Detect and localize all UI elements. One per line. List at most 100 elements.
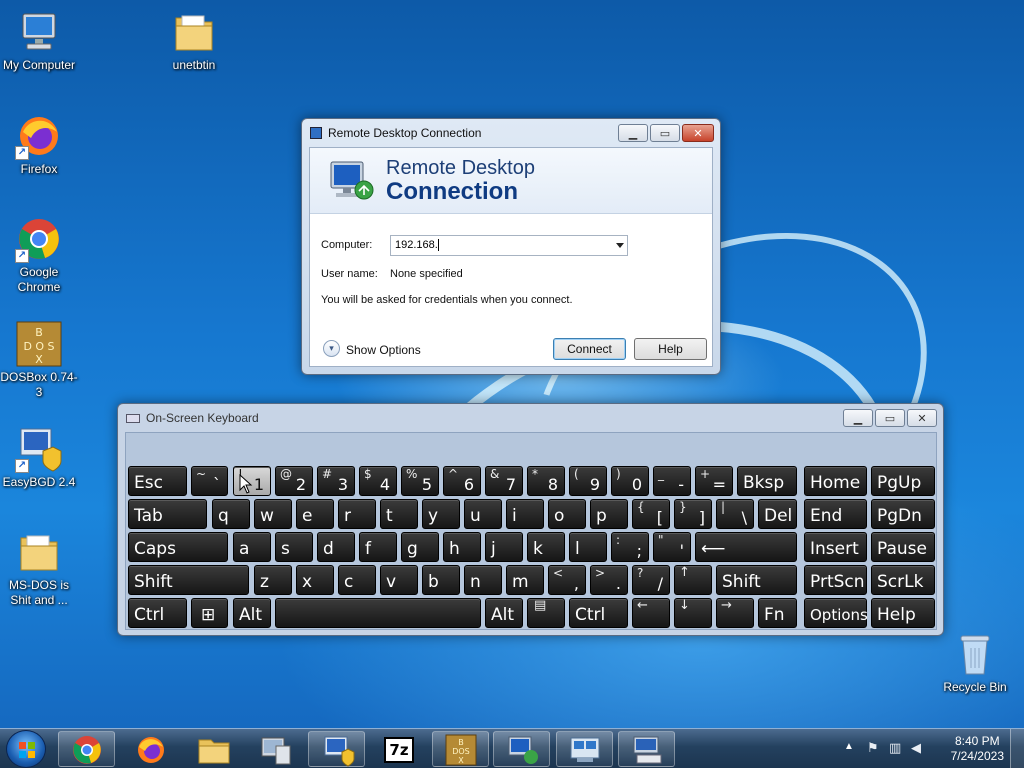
key-period[interactable]: >. [590, 565, 628, 595]
desktop-icon-recycle-bin[interactable]: Recycle Bin [936, 630, 1014, 695]
taskbar-computer[interactable] [245, 731, 302, 767]
key-9[interactable]: (9 [569, 466, 607, 496]
key-alt-left[interactable]: Alt [233, 598, 271, 628]
key-fn[interactable]: Fn [758, 598, 797, 628]
connect-button[interactable]: Connect [553, 338, 626, 360]
desktop-icon-firefox[interactable]: ↗ Firefox [0, 112, 78, 177]
maximize-button[interactable]: ▭ [875, 409, 905, 427]
key-comma[interactable]: <, [548, 565, 586, 595]
clock[interactable]: 8:40 PM 7/24/2023 [951, 734, 1004, 764]
taskbar-dosbox[interactable]: B DOS X [432, 731, 489, 767]
key-pause[interactable]: Pause [871, 532, 935, 562]
key-help[interactable]: Help [871, 598, 935, 628]
key-minus[interactable]: _ - [653, 466, 691, 496]
key-shift-left[interactable]: Shift [128, 565, 249, 595]
key-ctrl-right[interactable]: Ctrl [569, 598, 628, 628]
key-i[interactable]: i [506, 499, 544, 529]
close-button[interactable]: ✕ [907, 409, 937, 427]
chevron-down-icon[interactable] [616, 243, 624, 248]
key-left-bracket[interactable]: {[ [632, 499, 670, 529]
key-arrow-right[interactable]: → [716, 598, 754, 628]
key-del[interactable]: Del [758, 499, 797, 529]
volume-muted-icon[interactable]: ◀ [911, 740, 921, 756]
key-menu[interactable]: ▤ [527, 598, 565, 628]
taskbar-chrome[interactable] [58, 731, 115, 767]
key-backspace[interactable]: Bksp [737, 466, 797, 496]
key-ctrl-left[interactable]: Ctrl [128, 598, 187, 628]
key-end[interactable]: End [804, 499, 867, 529]
desktop-icon-dosbox[interactable]: BD O SX DOSBox 0.74-3 [0, 320, 78, 400]
key-g[interactable]: g [401, 532, 439, 562]
key-equals[interactable]: + = [695, 466, 733, 496]
key-j[interactable]: j [485, 532, 523, 562]
key-space[interactable] [275, 598, 481, 628]
key-arrow-left[interactable]: ← [632, 598, 670, 628]
key-enter[interactable]: ⟵ [695, 532, 797, 562]
minimize-button[interactable]: ▁ [843, 409, 873, 427]
start-button[interactable] [6, 730, 46, 768]
key-options[interactable]: Options [804, 598, 868, 628]
taskbar-on-screen-keyboard[interactable] [618, 731, 675, 767]
maximize-button[interactable]: ▭ [650, 124, 680, 142]
key-arrow-down[interactable]: ↓ [674, 598, 712, 628]
key-0[interactable]: ) 0 [611, 466, 649, 496]
key-tab[interactable]: Tab [128, 499, 207, 529]
key-quote[interactable]: " ' [653, 532, 691, 562]
key-home[interactable]: Home [804, 466, 867, 496]
key-esc[interactable]: Esc [128, 466, 187, 496]
key-right-bracket[interactable]: }] [674, 499, 712, 529]
key-slash[interactable]: ? / [632, 565, 670, 595]
key-7[interactable]: & 7 [485, 466, 523, 496]
key-q[interactable]: q [212, 499, 250, 529]
key-s[interactable]: s [275, 532, 313, 562]
key-a[interactable]: a [233, 532, 271, 562]
key-shift-right[interactable]: Shift [716, 565, 797, 595]
show-desktop-button[interactable] [1010, 729, 1024, 768]
key-z[interactable]: z [254, 565, 292, 595]
key-semicolon[interactable]: :; [611, 532, 649, 562]
key-pgdn[interactable]: PgDn [871, 499, 935, 529]
key-scrlk[interactable]: ScrLk [871, 565, 935, 595]
taskbar-network[interactable] [556, 731, 613, 767]
key-m[interactable]: m [506, 565, 544, 595]
close-button[interactable]: ✕ [682, 124, 714, 142]
desktop-icon-msdos[interactable]: MS-DOS is Shit and ... [0, 528, 78, 608]
key-y[interactable]: y [422, 499, 460, 529]
action-center-flag-icon[interactable]: ⚑ [867, 740, 879, 756]
show-hidden-icons-chevron-icon[interactable]: ▲ [844, 741, 854, 752]
key-l[interactable]: l [569, 532, 607, 562]
key-e[interactable]: e [296, 499, 334, 529]
key-f[interactable]: f [359, 532, 397, 562]
key-p[interactable]: p [590, 499, 628, 529]
key-arrow-up[interactable]: ↑ [674, 565, 712, 595]
key-caps[interactable]: Caps [128, 532, 228, 562]
key-6[interactable]: ^ 6 [443, 466, 481, 496]
key-alt-right[interactable]: Alt [485, 598, 523, 628]
network-status-icon[interactable]: ▥ [889, 740, 901, 756]
desktop-icon-easybcd[interactable]: ↗ EasyBGD 2.4 [0, 425, 78, 490]
key-n[interactable]: n [464, 565, 502, 595]
key-o[interactable]: o [548, 499, 586, 529]
desktop-icon-unetbtin[interactable]: unetbtin [155, 8, 233, 73]
key-d[interactable]: d [317, 532, 355, 562]
key-backslash[interactable]: | \ [716, 499, 754, 529]
taskbar-7zip[interactable]: 7z [371, 731, 428, 767]
key-windows[interactable]: ⊞ [191, 598, 228, 628]
taskbar-remote-desktop[interactable] [493, 731, 550, 767]
on-screen-keyboard-window[interactable]: On-Screen Keyboard ▁ ▭ ✕ Esc ~ ` ! 1 @2 #3… [117, 403, 944, 636]
key-5[interactable]: % 5 [401, 466, 439, 496]
key-r[interactable]: r [338, 499, 376, 529]
taskbar-explorer[interactable] [184, 731, 241, 767]
remote-desktop-window[interactable]: Remote Desktop Connection ▁ ▭ ✕ Remote D… [301, 118, 721, 375]
key-insert[interactable]: Insert [804, 532, 867, 562]
minimize-button[interactable]: ▁ [618, 124, 648, 142]
key-v[interactable]: v [380, 565, 418, 595]
osk-titlebar[interactable]: On-Screen Keyboard [118, 404, 943, 432]
desktop-icon-my-computer[interactable]: My Computer [0, 8, 78, 73]
key-t[interactable]: t [380, 499, 418, 529]
help-button[interactable]: Help [634, 338, 707, 360]
show-options-chevron-icon[interactable]: ▾ [323, 340, 340, 357]
key-tilde[interactable]: ~ ` [191, 466, 228, 496]
computer-combobox[interactable]: 192.168. [390, 235, 628, 256]
key-pgup[interactable]: PgUp [871, 466, 935, 496]
